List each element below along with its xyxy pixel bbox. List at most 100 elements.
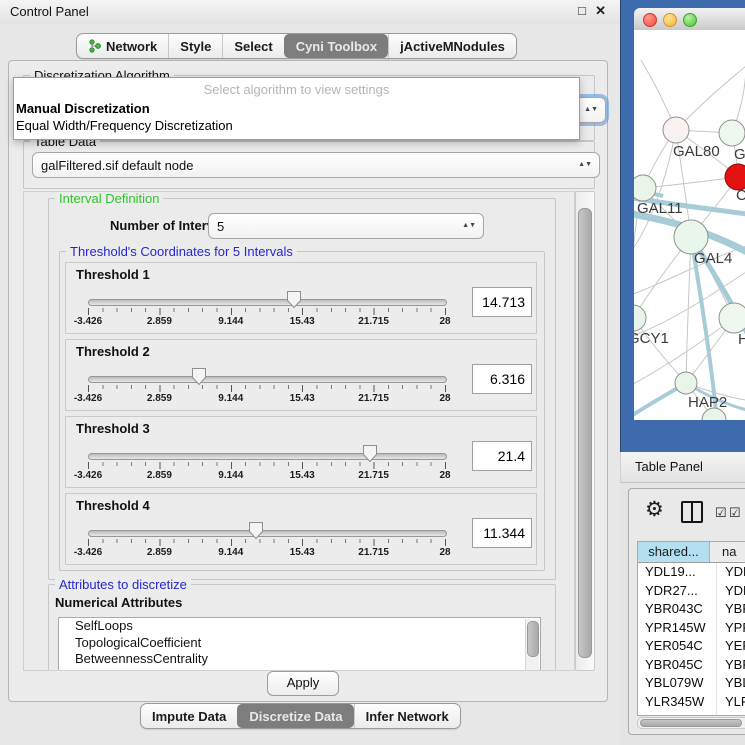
attributes-scrollbar[interactable]	[525, 619, 539, 671]
slider-scale-label: 15.43	[290, 393, 315, 404]
table-row[interactable]: YDL19... YDL1	[638, 563, 745, 582]
slider-thumb-icon[interactable]	[286, 290, 302, 309]
network-node-gcy1[interactable]	[634, 305, 646, 331]
algorithm-popup-item[interactable]: Manual Discretization	[16, 100, 577, 117]
tab-cyni-toolbox[interactable]: Cyni Toolbox	[284, 34, 388, 58]
checkbox-icon[interactable]: ☑	[715, 505, 727, 521]
attributes-group: Attributes to discretize Numerical Attri…	[48, 584, 556, 671]
slider-thumb-icon[interactable]	[248, 521, 264, 540]
table-data-combobox[interactable]: galFiltered.sif default node ▲▼	[32, 152, 600, 178]
network-canvas[interactable]: GAL80GACGAL11GAL4GCY1HHAP2	[634, 30, 745, 420]
attribute-item[interactable]: SelfLoops	[59, 618, 540, 635]
slider-scale-labels: -3.4262.8599.14415.4321.71528	[66, 547, 536, 560]
table-row[interactable]: YLR345W YLR3	[638, 693, 745, 712]
cell-shared-name[interactable]: YBL079W	[638, 674, 717, 693]
network-node-h[interactable]	[719, 303, 745, 333]
tab-label: Cyni Toolbox	[296, 39, 377, 54]
cell-name[interactable]: YDR2	[717, 582, 745, 601]
table-header-row: shared... na	[638, 542, 745, 563]
tab-network[interactable]: Network	[77, 34, 168, 58]
algorithm-dropdown-popup: Select algorithm to view settings Manual…	[13, 77, 580, 140]
tab-discretize-data[interactable]: Discretize Data	[237, 704, 353, 728]
window-zoom-icon[interactable]	[683, 13, 697, 27]
threshold-panel: Threshold 4 -3.4262.8599.14415.4321.7152…	[65, 493, 537, 565]
slider-scale-label: 9.144	[218, 547, 243, 558]
scrollbar-thumb[interactable]	[578, 208, 592, 658]
slider-track[interactable]	[88, 530, 447, 537]
network-window-titlebar[interactable]	[634, 8, 745, 31]
number-of-intervals-spinner[interactable]: 5 ▲▼	[208, 213, 484, 239]
threshold-value-field[interactable]: 21.4	[472, 441, 532, 471]
column-header-shared-name[interactable]: shared...	[638, 542, 710, 562]
cell-name[interactable]: YBL0	[717, 674, 745, 693]
scrollbar-thumb[interactable]	[640, 719, 742, 727]
cell-name[interactable]: YLR3	[717, 693, 745, 712]
control-panel: Control Panel □ ✕ Network Style Select C…	[0, 0, 620, 745]
tab-infer-network[interactable]: Infer Network	[354, 704, 460, 728]
cell-name[interactable]: YIL0	[717, 711, 745, 716]
attribute-item[interactable]: TopologicalCoefficient	[59, 635, 540, 652]
cell-name[interactable]: YPR1	[717, 619, 745, 638]
panel-vertical-scrollbar[interactable]	[575, 191, 595, 671]
network-node-gal11[interactable]	[634, 175, 656, 201]
columns-icon[interactable]	[681, 501, 703, 523]
scrollbar-thumb[interactable]	[527, 621, 539, 657]
cell-shared-name[interactable]: YBR045C	[638, 656, 717, 675]
tab-impute-data[interactable]: Impute Data	[141, 704, 237, 728]
threshold-value-field[interactable]: 11.344	[472, 518, 532, 548]
tab-jactivemnodules[interactable]: jActiveMNodules	[388, 34, 516, 58]
close-panel-icon[interactable]: ✕	[595, 3, 606, 19]
combo-stepper-icon: ▲▼	[578, 162, 592, 168]
table-row[interactable]: YBR043C YBR0	[638, 600, 745, 619]
slider-track[interactable]	[88, 299, 447, 306]
apply-button[interactable]: Apply	[267, 671, 339, 696]
tab-select[interactable]: Select	[222, 34, 283, 58]
table-row[interactable]: YIL052C YIL0	[638, 711, 745, 716]
cell-shared-name[interactable]: YDL19...	[638, 563, 717, 582]
network-node-gal80[interactable]	[663, 117, 689, 143]
checkbox-icon[interactable]: ☑	[729, 505, 741, 521]
tab-label: Impute Data	[152, 709, 226, 724]
float-window-icon[interactable]: □	[578, 3, 586, 18]
network-node-gal4[interactable]	[674, 220, 708, 254]
cell-shared-name[interactable]: YER054C	[638, 637, 717, 656]
slider-thumb-icon[interactable]	[191, 367, 207, 386]
network-node-hap2[interactable]	[675, 372, 697, 394]
slider-ticks-major	[88, 385, 446, 392]
cell-shared-name[interactable]: YBR043C	[638, 600, 717, 619]
slider-ticks-major	[88, 539, 446, 546]
cell-name[interactable]: YER0	[717, 637, 745, 656]
settings-scroll-viewport: Interval Definition Number of Intervals …	[23, 191, 575, 671]
slider-scale-label: 9.144	[218, 316, 243, 327]
table-row[interactable]: YBL079W YBL0	[638, 674, 745, 693]
cell-shared-name[interactable]: YLR345W	[638, 693, 717, 712]
cell-name[interactable]: YDL1	[717, 563, 745, 582]
cell-shared-name[interactable]: YPR145W	[638, 619, 717, 638]
column-header-name[interactable]: na	[710, 542, 745, 562]
slider-track[interactable]	[88, 376, 447, 383]
cell-shared-name[interactable]: YDR27...	[638, 582, 717, 601]
cell-shared-name[interactable]: YIL052C	[638, 711, 717, 716]
threshold-value-field[interactable]: 14.713	[472, 287, 532, 317]
tab-style[interactable]: Style	[168, 34, 222, 58]
cell-name[interactable]: YBR0	[717, 656, 745, 675]
table-row[interactable]: YDR27... YDR2	[638, 582, 745, 601]
table-row[interactable]: YBR045C YBR0	[638, 656, 745, 675]
table-row[interactable]: YER054C YER0	[638, 637, 745, 656]
attribute-item[interactable]: BetweennessCentrality	[59, 651, 540, 668]
table-panel-header: Table Panel	[620, 452, 745, 483]
algorithm-popup-item[interactable]: Equal Width/Frequency Discretization	[16, 117, 577, 134]
algorithm-placeholder-item[interactable]: Select algorithm to view settings	[14, 82, 579, 97]
slider-track[interactable]	[88, 453, 447, 460]
gear-icon[interactable]: ⚙	[645, 497, 664, 522]
slider-thumb-icon[interactable]	[362, 444, 378, 463]
numerical-attributes-list[interactable]: SelfLoopsTopologicalCoefficientBetweenne…	[58, 617, 541, 671]
table-horizontal-scrollbar[interactable]	[637, 717, 745, 729]
attributes-group-label: Attributes to discretize	[55, 577, 191, 592]
threshold-value-field[interactable]: 6.316	[472, 364, 532, 394]
window-minimize-icon[interactable]	[663, 13, 677, 27]
cell-name[interactable]: YBR0	[717, 600, 745, 619]
table-row[interactable]: YPR145W YPR1	[638, 619, 745, 638]
window-close-icon[interactable]	[643, 13, 657, 27]
network-node-ga[interactable]	[719, 120, 745, 146]
